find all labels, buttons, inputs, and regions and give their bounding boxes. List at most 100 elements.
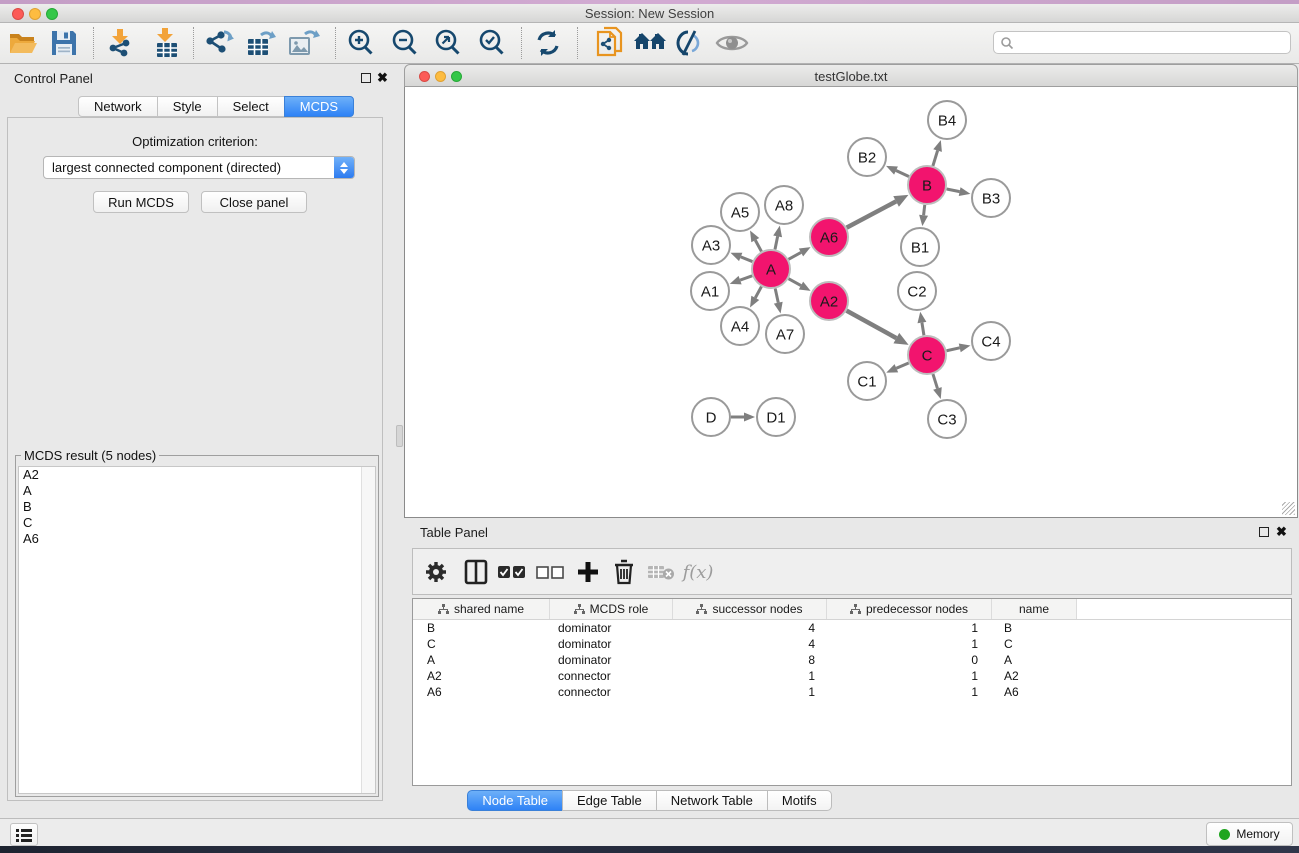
zoom-selected-icon[interactable] [474, 26, 510, 60]
network-window-titlebar[interactable]: testGlobe.txt [404, 64, 1298, 87]
cell-shared[interactable]: C [413, 637, 550, 651]
cell-successors[interactable]: 1 [673, 685, 827, 699]
search-input[interactable] [1014, 33, 1290, 52]
cell-shared[interactable]: A6 [413, 685, 550, 699]
table-row[interactable]: Adominator80A [413, 652, 1291, 668]
cell-name[interactable]: C [992, 637, 1077, 651]
graph-edge-A6-B[interactable] [847, 201, 896, 227]
graph-edge-A-A4[interactable] [755, 287, 761, 298]
tab-select[interactable]: Select [217, 96, 285, 117]
memory-button[interactable]: Memory [1206, 822, 1293, 846]
cell-role[interactable]: connector [550, 669, 673, 683]
network-graph[interactable]: A5A8A3AA1A4A7A6A2BB2B4B3B1CC2C4C1C3DD1 [405, 87, 1297, 516]
graph-edge-C-C4[interactable] [947, 348, 960, 351]
export-table-icon[interactable] [243, 26, 279, 60]
graph-edge-B-B2[interactable] [896, 171, 909, 177]
graph-edge-A-A5[interactable] [755, 240, 761, 251]
cell-role[interactable]: dominator [550, 637, 673, 651]
import-table-icon[interactable] [149, 26, 185, 60]
cell-predecessors[interactable]: 1 [827, 685, 992, 699]
mcds-result-item[interactable]: C [19, 515, 375, 531]
column-header-predecessor-nodes[interactable]: predecessor nodes [827, 599, 992, 619]
column-header-shared-name[interactable]: shared name [413, 599, 550, 619]
control-panel-float-icon[interactable] [361, 73, 371, 83]
table-panel-close-icon[interactable]: ✖ [1276, 526, 1287, 538]
table-row[interactable]: Bdominator41B [413, 620, 1291, 636]
graph-edge-A-A2[interactable] [789, 279, 801, 286]
add-row-icon[interactable] [571, 555, 605, 589]
cell-successors[interactable]: 4 [673, 637, 827, 651]
cell-successors[interactable]: 8 [673, 653, 827, 667]
cell-predecessors[interactable]: 0 [827, 653, 992, 667]
cell-shared[interactable]: A2 [413, 669, 550, 683]
delete-table-icon[interactable] [644, 555, 678, 589]
cell-shared[interactable]: B [413, 621, 550, 635]
hide-graphics-details-icon[interactable] [672, 26, 708, 60]
export-network-icon[interactable] [200, 26, 236, 60]
graph-edge-A-A8[interactable] [775, 236, 778, 249]
mcds-result-item[interactable]: A6 [19, 531, 375, 547]
task-history-button[interactable] [10, 823, 38, 846]
cell-role[interactable]: dominator [550, 653, 673, 667]
column-header-mcds-role[interactable]: MCDS role [550, 599, 673, 619]
graph-edge-C-C3[interactable] [933, 374, 937, 388]
tab-network[interactable]: Network [78, 96, 158, 117]
import-network-icon[interactable] [102, 26, 138, 60]
export-image-icon[interactable] [285, 26, 321, 60]
settings-gear-icon[interactable] [419, 555, 453, 589]
graph-edge-C-C1[interactable] [896, 363, 908, 368]
copy-network-document-icon[interactable] [592, 26, 628, 60]
result-list-scrollbar[interactable] [361, 467, 375, 793]
open-session-icon[interactable] [6, 26, 42, 60]
control-panel-close-icon[interactable]: ✖ [377, 72, 388, 84]
run-mcds-button[interactable]: Run MCDS [93, 191, 189, 213]
houses-icon[interactable] [632, 26, 668, 60]
zoom-out-icon[interactable] [387, 26, 423, 60]
table-row[interactable]: A2connector11A2 [413, 668, 1291, 684]
graph-edge-A2-C[interactable] [847, 311, 897, 338]
close-panel-button[interactable]: Close panel [201, 191, 307, 213]
cell-name[interactable]: B [992, 621, 1077, 635]
graph-edge-A-A7[interactable] [775, 289, 778, 303]
tab-style[interactable]: Style [157, 96, 218, 117]
resize-grip[interactable] [1282, 502, 1295, 515]
select-all-checkboxes-icon[interactable] [495, 555, 529, 589]
function-builder-icon[interactable]: f(x) [681, 555, 715, 589]
deselect-all-checkboxes-icon[interactable] [533, 555, 567, 589]
show-view-eye-icon[interactable] [714, 26, 750, 60]
mcds-result-item[interactable]: A [19, 483, 375, 499]
mcds-result-item[interactable]: B [19, 499, 375, 515]
browse-columns-icon[interactable] [459, 555, 493, 589]
delete-row-trash-icon[interactable] [607, 555, 641, 589]
table-row[interactable]: A6connector11A6 [413, 684, 1291, 700]
graph-edge-B-B4[interactable] [933, 151, 938, 166]
cell-role[interactable]: connector [550, 685, 673, 699]
cell-predecessors[interactable]: 1 [827, 621, 992, 635]
vertical-split-handle[interactable] [396, 425, 403, 447]
cell-role[interactable]: dominator [550, 621, 673, 635]
cell-successors[interactable]: 4 [673, 621, 827, 635]
tab-network-table[interactable]: Network Table [656, 790, 768, 811]
graph-edge-A-A6[interactable] [789, 252, 801, 259]
criterion-dropdown[interactable]: largest connected component (directed) [43, 156, 355, 179]
tab-motifs[interactable]: Motifs [767, 790, 832, 811]
cell-name[interactable]: A6 [992, 685, 1077, 699]
graph-edge-B-B3[interactable] [947, 189, 960, 192]
zoom-fit-icon[interactable] [430, 26, 466, 60]
refresh-layout-icon[interactable] [530, 26, 566, 60]
graph-edge-B-B1[interactable] [924, 205, 925, 215]
graph-edge-A-A1[interactable] [740, 276, 752, 280]
column-header-successor-nodes[interactable]: successor nodes [673, 599, 827, 619]
tab-node-table[interactable]: Node Table [467, 790, 563, 811]
table-panel-float-icon[interactable] [1259, 527, 1269, 537]
mcds-result-item[interactable]: A2 [19, 467, 375, 483]
zoom-in-icon[interactable] [343, 26, 379, 60]
cell-predecessors[interactable]: 1 [827, 669, 992, 683]
table-row[interactable]: Cdominator41C [413, 636, 1291, 652]
cell-successors[interactable]: 1 [673, 669, 827, 683]
save-session-icon[interactable] [46, 26, 82, 60]
tab-edge-table[interactable]: Edge Table [562, 790, 657, 811]
graph-edge-C-C2[interactable] [922, 323, 924, 336]
cell-predecessors[interactable]: 1 [827, 637, 992, 651]
network-canvas[interactable]: A5A8A3AA1A4A7A6A2BB2B4B3B1CC2C4C1C3DD1 [404, 87, 1298, 518]
